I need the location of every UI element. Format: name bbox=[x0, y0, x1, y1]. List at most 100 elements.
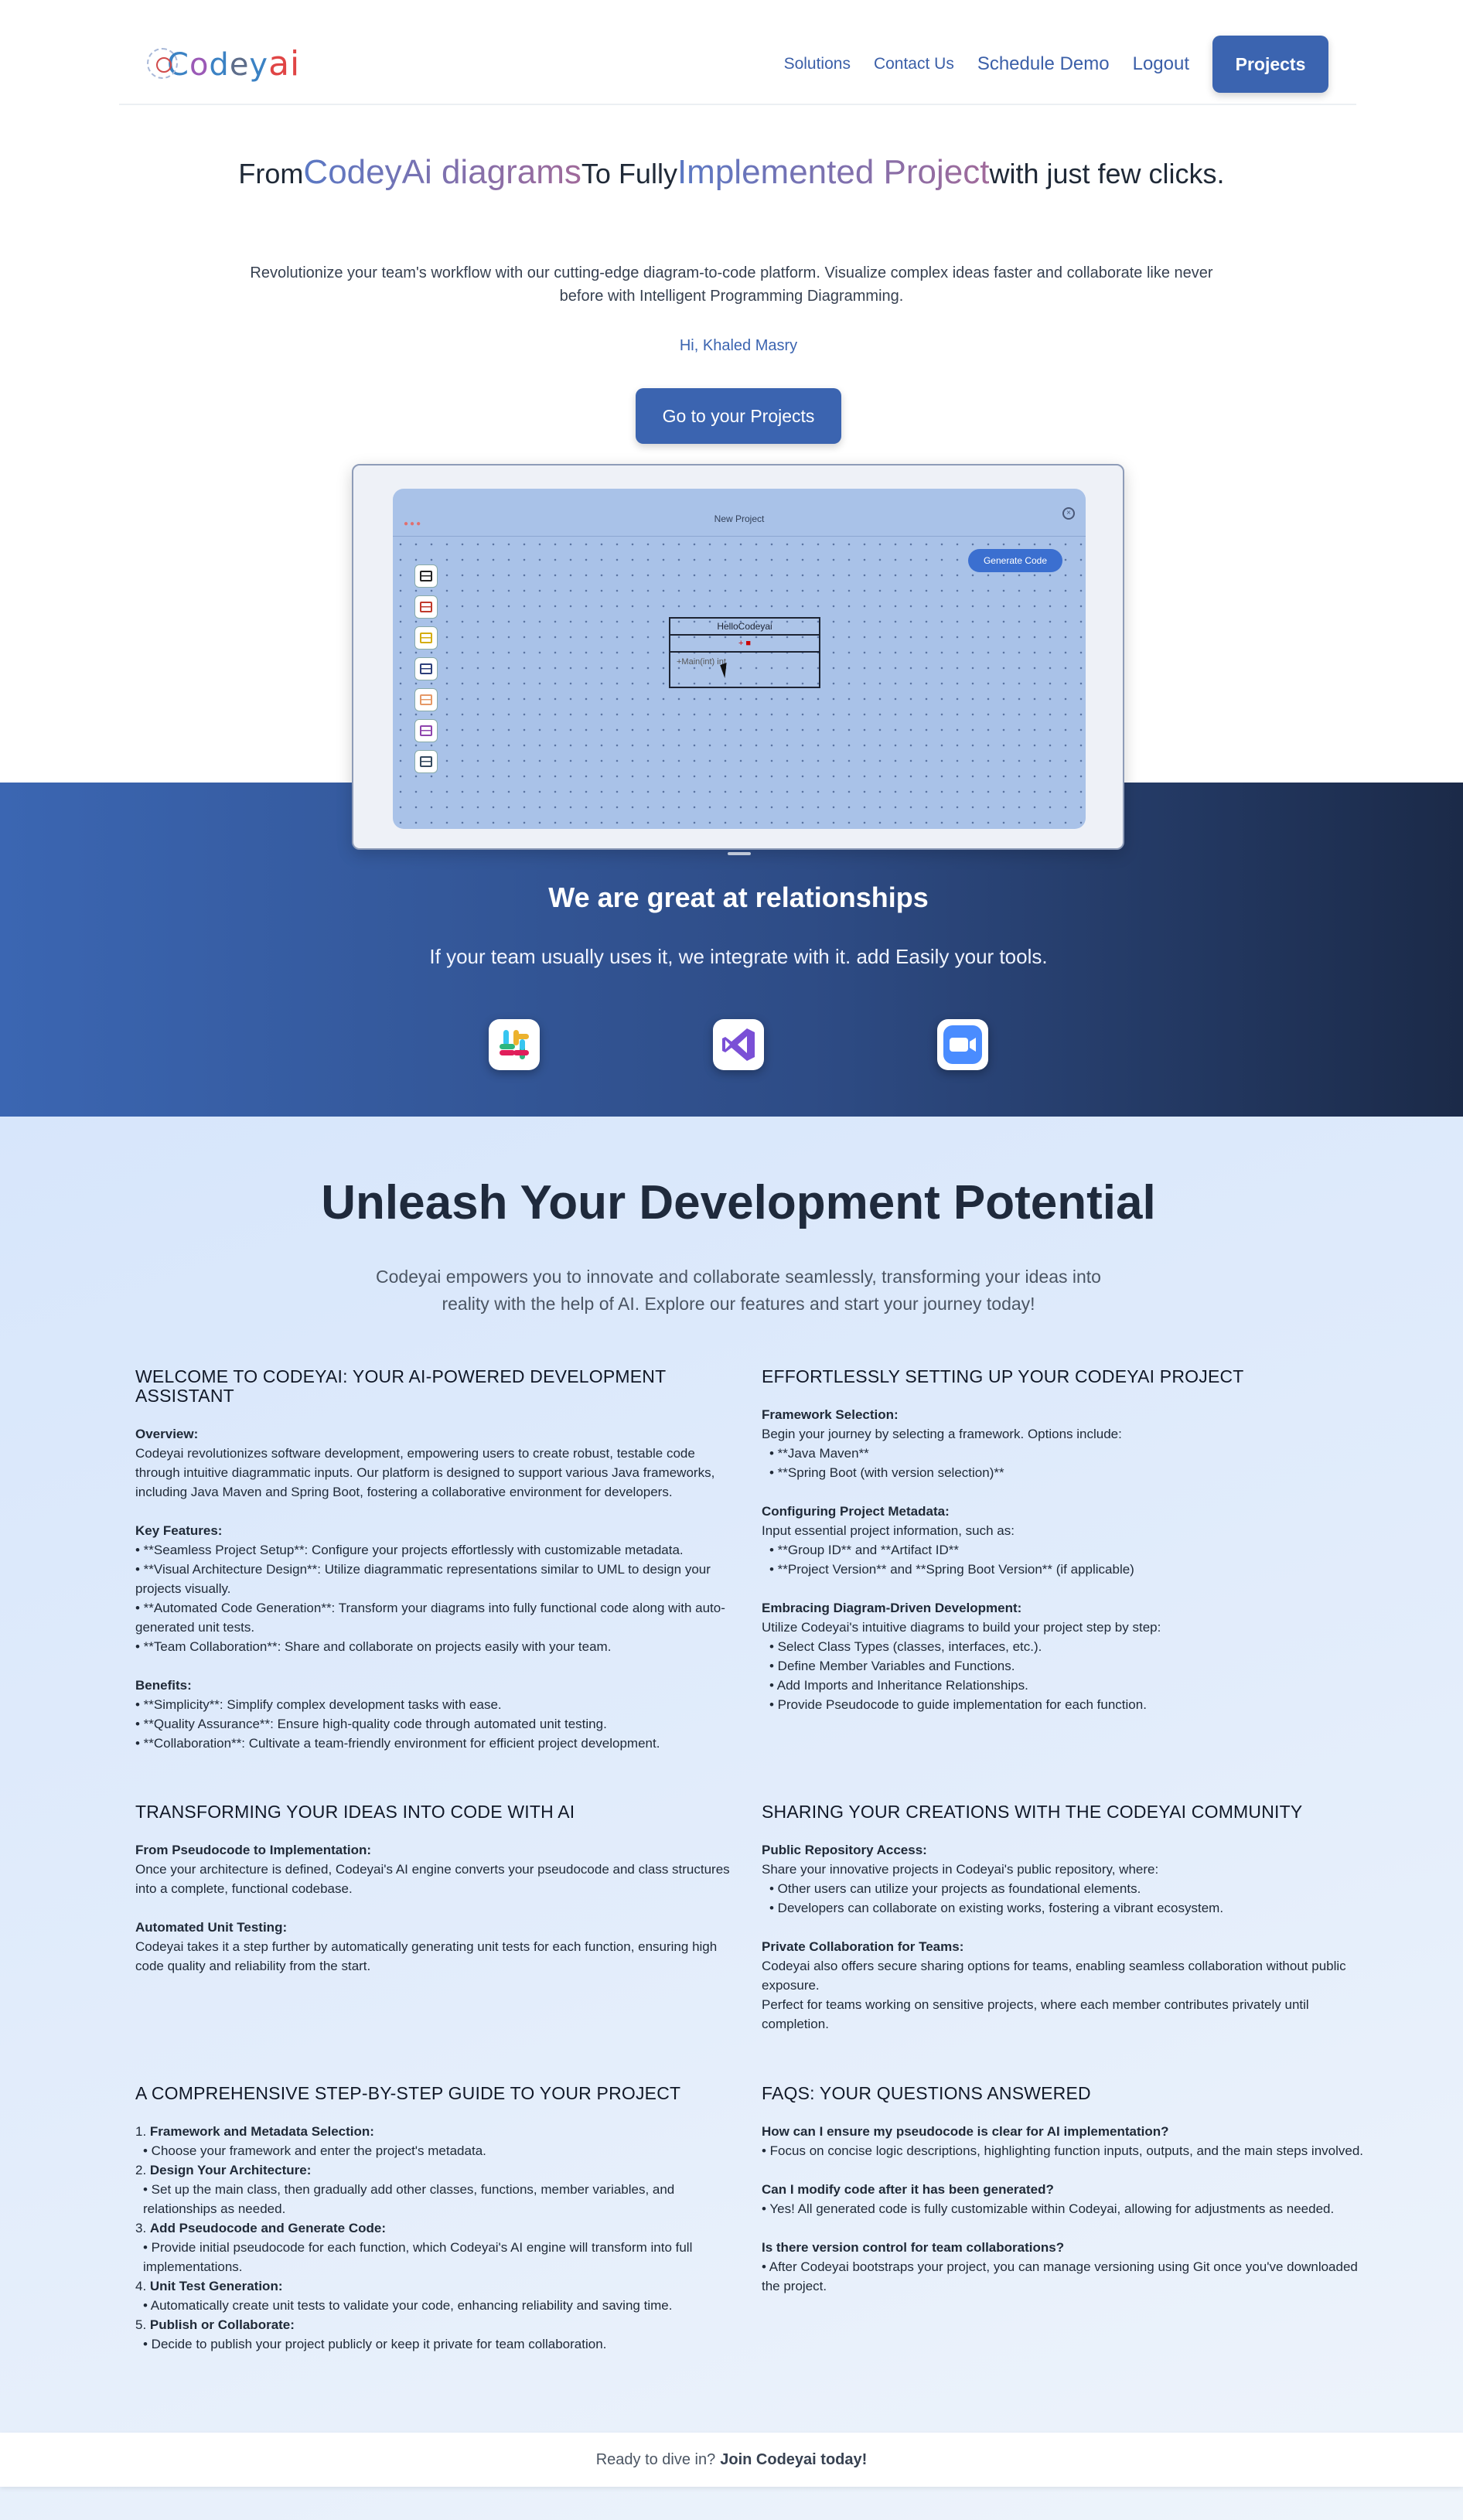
card-line: • **Spring Boot (with version selection)… bbox=[769, 1465, 1004, 1480]
user-greeting: Hi, Khaled Masry bbox=[679, 337, 798, 354]
card-block: Public Repository Access: Share your inno… bbox=[762, 1840, 1365, 1918]
card-line: • Decide to publish your project publicl… bbox=[143, 2337, 607, 2351]
slack-icon[interactable] bbox=[489, 1019, 540, 1070]
card-line: • Set up the main class, then gradually … bbox=[143, 2182, 675, 2216]
zoom-icon[interactable] bbox=[937, 1019, 988, 1070]
card-line: • **Team Collaboration**: Share and coll… bbox=[135, 1639, 612, 1654]
card-block: Embracing Diagram-Driven Development: Uti… bbox=[762, 1598, 1365, 1714]
integrations-subtitle: If your team usually uses it, we integra… bbox=[429, 945, 1048, 968]
card-line: Begin your journey by selecting a framew… bbox=[762, 1427, 1122, 1441]
card-line: Codeyai takes it a step further by autom… bbox=[135, 1939, 718, 1973]
nav-link-solutions[interactable]: Solutions bbox=[784, 55, 851, 73]
palette-item-icon bbox=[414, 719, 438, 742]
palette-item-icon bbox=[414, 626, 438, 650]
card-block: How can I ensure my pseudocode is clear … bbox=[762, 2122, 1365, 2160]
feature-card-ai-code: TRANSFORMING YOUR IDEAS INTO CODE WITH A… bbox=[135, 1802, 738, 1995]
card-block-heading: Overview: bbox=[135, 1427, 199, 1441]
uml-method: +Main(int) int bbox=[677, 657, 726, 667]
feature-card-setup: EFFORTLESSLY SETTING UP YOUR CODEYAI PRO… bbox=[762, 1367, 1365, 1734]
card-line: 2. Design Your Architecture: bbox=[135, 2163, 312, 2177]
card-line: • **Collaboration**: Cultivate a team-fr… bbox=[135, 1736, 660, 1751]
card-line: • After Codeyai bootstraps your project,… bbox=[762, 2259, 1358, 2293]
card-block: Key Features: • **Seamless Project Setup*… bbox=[135, 1521, 738, 1656]
generate-code-button: Generate Code bbox=[968, 549, 1062, 572]
preview-window: ●●● New Project × Generate Code HelloCod… bbox=[393, 489, 1086, 829]
nav-link-logout[interactable]: Logout bbox=[1133, 53, 1189, 75]
card-line: Input essential project information, suc… bbox=[762, 1523, 1015, 1538]
card-block: Overview: Codeyai revolutionizes software… bbox=[135, 1424, 738, 1502]
palette-item-icon bbox=[414, 750, 438, 773]
hero-title: FromCodeyAi diagramsTo FullyImplemented … bbox=[238, 153, 1225, 191]
card-block-heading: How can I ensure my pseudocode is clear … bbox=[762, 2124, 1169, 2139]
card-line: • Focus on concise logic descriptions, h… bbox=[762, 2143, 1364, 2158]
card-block: 1. Framework and Metadata Selection: • C… bbox=[135, 2122, 738, 2354]
card-line: Codeyai also offers secure sharing optio… bbox=[762, 1959, 1346, 1993]
card-block: Can I modify code after it has been gene… bbox=[762, 2180, 1365, 2218]
app-preview-screenshot: ●●● New Project × Generate Code HelloCod… bbox=[352, 464, 1124, 855]
card-line: • **Simplicity**: Simplify complex devel… bbox=[135, 1697, 502, 1712]
top-navbar: Codeyai Solutions Contact Us Schedule De… bbox=[119, 0, 1356, 105]
card-title: WELCOME TO CODEYAI: YOUR AI-POWERED DEVE… bbox=[135, 1366, 666, 1406]
card-title: A COMPREHENSIVE STEP-BY-STEP GUIDE TO YO… bbox=[135, 2083, 681, 2103]
card-line: • Developers can collaborate on existing… bbox=[769, 1901, 1224, 1915]
card-block-heading: From Pseudocode to Implementation: bbox=[135, 1843, 372, 1857]
visual-studio-icon[interactable] bbox=[713, 1019, 764, 1070]
projects-button[interactable]: Projects bbox=[1212, 36, 1328, 93]
card-line: • Provide Pseudocode to guide implementa… bbox=[769, 1697, 1147, 1712]
feature-card-welcome: WELCOME TO CODEYAI: YOUR AI-POWERED DEVE… bbox=[135, 1367, 738, 1772]
card-block-heading: Benefits: bbox=[135, 1678, 192, 1693]
card-title: SHARING YOUR CREATIONS WITH THE CODEYAI … bbox=[762, 1802, 1303, 1822]
codeyai-logo[interactable]: Codeyai bbox=[147, 44, 300, 84]
feature-card-faqs: FAQS: YOUR QUESTIONS ANSWERED How can I e… bbox=[762, 2084, 1365, 2315]
card-line: • **Java Maven** bbox=[769, 1446, 869, 1461]
card-block: Automated Unit Testing: Codeyai takes it … bbox=[135, 1918, 738, 1976]
card-title: EFFORTLESSLY SETTING UP YOUR CODEYAI PRO… bbox=[762, 1366, 1244, 1386]
card-title: FAQS: YOUR QUESTIONS ANSWERED bbox=[762, 2083, 1091, 2103]
card-block-heading: Public Repository Access: bbox=[762, 1843, 927, 1857]
nav-link-schedule-demo[interactable]: Schedule Demo bbox=[977, 53, 1110, 75]
resize-handle bbox=[728, 852, 751, 855]
integrations-title: We are great at relationships bbox=[548, 881, 929, 913]
card-line: • **Seamless Project Setup**: Configure … bbox=[135, 1543, 684, 1557]
card-line: • Define Member Variables and Functions. bbox=[769, 1659, 1015, 1673]
card-line: • Provide initial pseudocode for each fu… bbox=[143, 2240, 693, 2274]
features-title: Unleash Your Development Potential bbox=[321, 1176, 1156, 1229]
trash-icon: + ■ bbox=[670, 636, 819, 653]
uml-class-box: HelloCodeyai + ■ +Main(int) int bbox=[669, 617, 820, 688]
card-line: • Add Imports and Inheritance Relationsh… bbox=[769, 1678, 1028, 1693]
card-block: Private Collaboration for Teams: Codeyai … bbox=[762, 1937, 1365, 2034]
card-line: • **Quality Assurance**: Ensure high-qua… bbox=[135, 1717, 607, 1731]
palette-item-icon bbox=[414, 564, 438, 588]
card-title: TRANSFORMING YOUR IDEAS INTO CODE WITH A… bbox=[135, 1802, 575, 1822]
hero-subtitle: Revolutionize your team's workflow with … bbox=[250, 264, 1213, 305]
card-line: 1. Framework and Metadata Selection: bbox=[135, 2124, 374, 2139]
card-block: Is there version control for team collab… bbox=[762, 2238, 1365, 2296]
card-block-heading: Framework Selection: bbox=[762, 1407, 899, 1422]
card-line: 3. Add Pseudocode and Generate Code: bbox=[135, 2221, 387, 2235]
card-line: • Choose your framework and enter the pr… bbox=[143, 2143, 486, 2158]
card-line: • **Visual Architecture Design**: Utiliz… bbox=[135, 1562, 711, 1596]
card-line: Perfect for teams working on sensitive p… bbox=[762, 1997, 1309, 2031]
features-subtitle: Codeyai empowers you to innovate and col… bbox=[376, 1267, 1101, 1314]
palette-item-icon bbox=[414, 688, 438, 711]
go-to-projects-button[interactable]: Go to your Projects bbox=[636, 388, 841, 444]
card-block-heading: Is there version control for team collab… bbox=[762, 2240, 1065, 2255]
card-line: • **Project Version** and **Spring Boot … bbox=[769, 1562, 1134, 1577]
card-line: • Select Class Types (classes, interface… bbox=[769, 1639, 1042, 1654]
logo-mark-icon bbox=[147, 48, 178, 79]
feature-card-guide: A COMPREHENSIVE STEP-BY-STEP GUIDE TO YO… bbox=[135, 2084, 738, 2373]
card-block-heading: Embracing Diagram-Driven Development: bbox=[762, 1601, 1022, 1615]
card-line: • Automatically create unit tests to val… bbox=[143, 2298, 673, 2313]
card-line: • Other users can utilize your projects … bbox=[769, 1881, 1141, 1896]
close-icon: × bbox=[1062, 507, 1075, 520]
card-line: 5. Publish or Collaborate: bbox=[135, 2317, 295, 2332]
join-codeyai-link[interactable]: Join Codeyai today! bbox=[720, 2451, 867, 2469]
card-block-heading: Configuring Project Metadata: bbox=[762, 1504, 950, 1519]
card-line: • **Automated Code Generation**: Transfo… bbox=[135, 1601, 725, 1635]
card-line: Once your architecture is defined, Codey… bbox=[135, 1862, 730, 1896]
nav-link-contact-us[interactable]: Contact Us bbox=[874, 55, 954, 73]
palette-item-icon bbox=[414, 657, 438, 680]
footer-cta-bar: Ready to dive in? Join Codeyai today! bbox=[0, 2433, 1463, 2487]
preview-window-title: New Project bbox=[714, 513, 765, 524]
card-block: Framework Selection: Begin your journey b… bbox=[762, 1405, 1365, 1482]
